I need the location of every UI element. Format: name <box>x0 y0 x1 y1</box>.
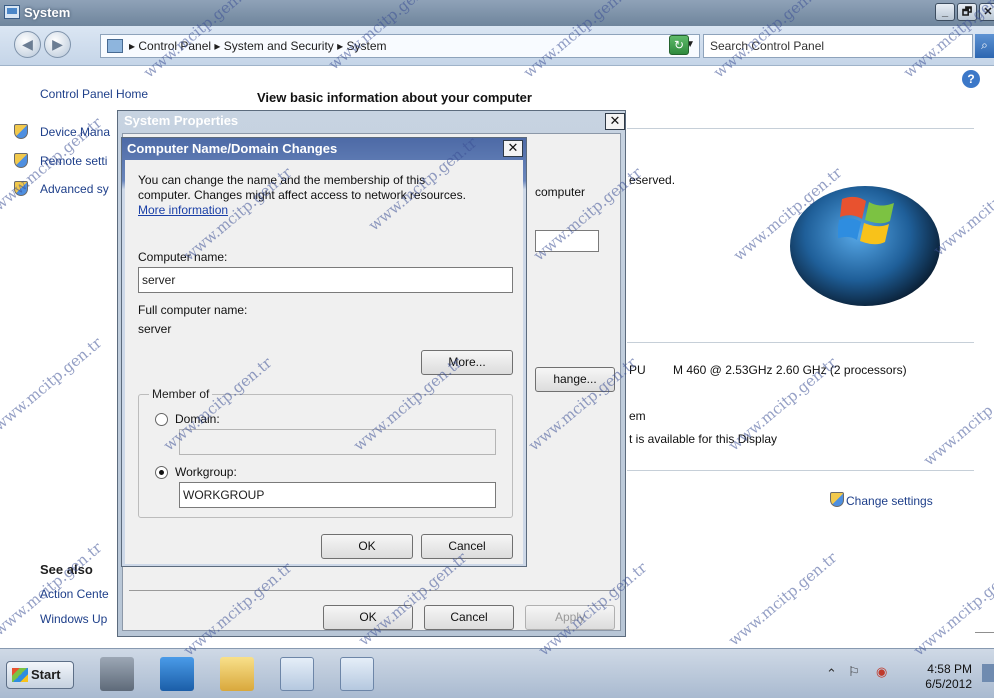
window-titlebar: System _ 🗗 ✕ <box>0 0 994 26</box>
page-title: View basic information about your comput… <box>257 90 532 105</box>
dialog-title: System Properties <box>124 113 239 128</box>
workgroup-label: Workgroup: <box>175 465 237 479</box>
network-icon[interactable]: ◉ <box>876 664 887 680</box>
system-clock[interactable]: 4:58 PM 6/5/2012 <box>916 662 972 692</box>
close-button[interactable]: ✕ <box>979 3 994 21</box>
control-panel-icon <box>107 39 123 53</box>
maximize-button[interactable]: 🗗 <box>957 3 977 21</box>
domain-label: Domain: <box>175 412 220 426</box>
shield-icon <box>14 124 28 139</box>
dialog-body: You can change the name and the membersh… <box>125 160 523 564</box>
clock-time: 4:58 PM <box>927 662 972 676</box>
domain-input[interactable] <box>179 429 496 455</box>
ok-button[interactable]: OK <box>323 605 413 630</box>
sidebar-item-advanced-settings[interactable]: Advanced sy <box>40 182 109 196</box>
dialog-close-button[interactable]: ✕ <box>503 140 523 157</box>
windows-orb-icon <box>12 668 28 682</box>
action-center-flag-icon[interactable]: ⚐ <box>848 664 860 680</box>
apply-button[interactable]: Apply <box>525 605 615 630</box>
window-title: System <box>24 5 71 20</box>
explorer-icon[interactable] <box>220 657 254 691</box>
cancel-button[interactable]: Cancel <box>421 534 513 559</box>
see-also-action-center[interactable]: Action Cente <box>40 587 109 601</box>
pen-touch-value: t is available for this Display <box>629 432 778 446</box>
member-of-label: Member of <box>149 387 213 401</box>
system-taskbar-icon[interactable] <box>340 657 374 691</box>
cancel-button[interactable]: Cancel <box>424 605 514 630</box>
control-panel-taskbar-icon[interactable] <box>280 657 314 691</box>
system-icon <box>4 5 20 19</box>
system-type-fragment: em <box>629 409 646 423</box>
dialog-title: Computer Name/Domain Changes <box>127 141 338 156</box>
more-button[interactable]: More... <box>421 350 513 375</box>
full-computer-name-value: server <box>138 322 172 336</box>
divider <box>627 342 974 343</box>
change-settings-link[interactable]: Change settings <box>846 494 933 508</box>
taskbar: Start ⌃ ⚐ ◉ 4:58 PM 6/5/2012 <box>0 648 994 698</box>
computer-name-input[interactable]: server <box>138 267 513 293</box>
full-computer-name-label: Full computer name: <box>138 303 248 317</box>
shield-icon <box>14 181 28 196</box>
navigation-bar: ◀ ▶ ▸ Control Panel ▸ System and Securit… <box>0 26 994 66</box>
copyright-text: eserved. <box>629 173 676 187</box>
scrollbar-arrow[interactable] <box>975 632 994 633</box>
search-icon[interactable]: ⌕ <box>975 34 994 58</box>
divider <box>627 470 974 471</box>
sidebar-item-remote-settings[interactable]: Remote setti <box>40 154 107 168</box>
computer-name-dialog: Computer Name/Domain Changes ✕ You can c… <box>121 137 527 567</box>
workgroup-input[interactable]: WORKGROUP <box>179 482 496 508</box>
see-also-windows-update[interactable]: Windows Up <box>40 612 107 626</box>
control-panel-home-link[interactable]: Control Panel Home <box>40 87 148 101</box>
help-icon[interactable]: ? <box>962 70 980 88</box>
ok-button[interactable]: OK <box>321 534 413 559</box>
computer-description-label: computer <box>535 185 586 199</box>
intro-text: computer. Changes might affect access to… <box>138 188 466 202</box>
divider <box>129 590 615 591</box>
server-manager-icon[interactable] <box>100 657 134 691</box>
domain-radio[interactable] <box>155 413 168 426</box>
breadcrumb-path[interactable]: ▸ Control Panel ▸ System and Security ▸ … <box>129 39 387 53</box>
minimize-button[interactable]: _ <box>935 3 955 21</box>
show-desktop-button[interactable] <box>982 664 994 682</box>
powershell-icon[interactable] <box>160 657 194 691</box>
search-input[interactable]: Search Control Panel <box>703 34 973 58</box>
processor-label-fragment: PU <box>629 363 646 377</box>
breadcrumb[interactable]: ▸ Control Panel ▸ System and Security ▸ … <box>100 34 700 58</box>
sidebar-item-device-manager[interactable]: Device Mana <box>40 125 110 139</box>
workgroup-radio[interactable] <box>155 466 168 479</box>
computer-description-field[interactable] <box>535 230 599 252</box>
chevron-up-icon[interactable]: ⌃ <box>826 666 837 682</box>
more-information-link[interactable]: More information <box>138 203 228 217</box>
member-of-group: Member of Domain: Workgroup: WORKGROUP <box>138 387 513 518</box>
processor-value: M 460 @ 2.53GHz 2.60 GHz (2 processors) <box>673 363 907 377</box>
clock-date: 6/5/2012 <box>925 677 972 691</box>
computer-name-label: Computer name: <box>138 250 228 264</box>
start-label: Start <box>31 667 61 682</box>
refresh-icon[interactable]: ↻ <box>669 35 689 55</box>
start-button[interactable]: Start <box>6 661 74 689</box>
shield-icon <box>830 492 844 507</box>
shield-icon <box>14 153 28 168</box>
forward-button[interactable]: ▶ <box>44 31 71 58</box>
see-also-heading: See also <box>40 562 93 577</box>
windows-flag-icon <box>838 196 894 245</box>
intro-text: You can change the name and the membersh… <box>138 173 426 187</box>
back-button[interactable]: ◀ <box>14 31 41 58</box>
divider <box>627 128 974 129</box>
change-button[interactable]: hange... <box>535 367 615 392</box>
dialog-close-button[interactable]: ✕ <box>605 113 625 130</box>
